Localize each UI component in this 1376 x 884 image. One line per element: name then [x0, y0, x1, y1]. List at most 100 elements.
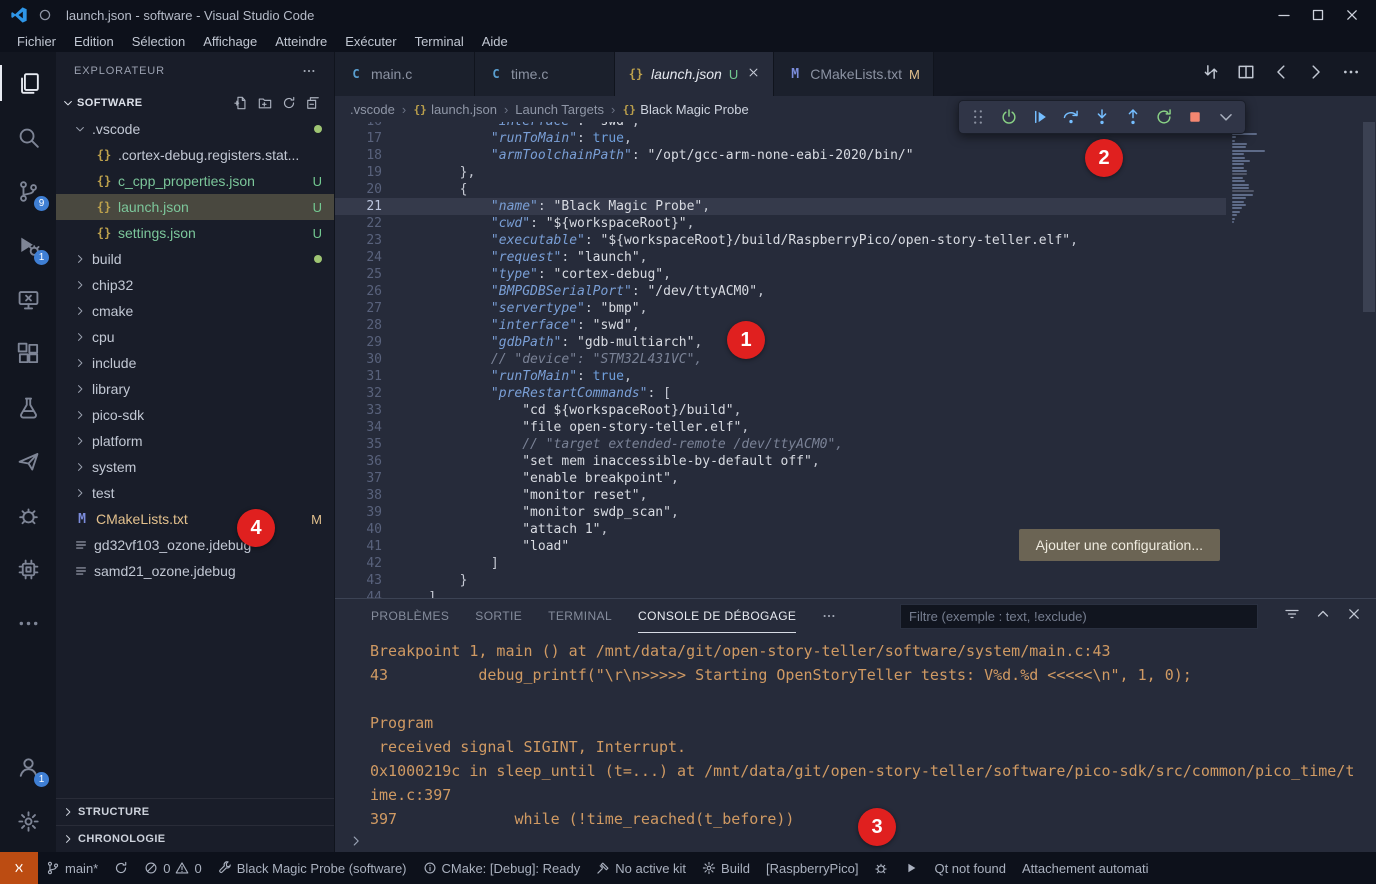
editor-area[interactable]: 16 "interface": "swd",17 "runToMain": tr… [335, 122, 1376, 598]
new-file-icon[interactable] [234, 96, 248, 110]
section-structure[interactable]: STRUCTURE [56, 798, 334, 825]
debug-console-input[interactable] [335, 830, 1376, 852]
panel-tab-terminal[interactable]: TERMINAL [548, 599, 612, 633]
tree-item-test[interactable]: test [56, 480, 334, 506]
tree-item-settings-json[interactable]: {}settings.jsonU [56, 220, 334, 246]
menu-fichier[interactable]: Fichier [8, 33, 65, 50]
editor-scrollbar[interactable] [1362, 122, 1376, 598]
menu-affichage[interactable]: Affichage [194, 33, 266, 50]
status-cmake-target[interactable]: [RaspberryPico] [758, 852, 866, 884]
activity-additional-views[interactable] [0, 596, 56, 650]
tree-item-pico-sdk[interactable]: pico-sdk [56, 402, 334, 428]
tab-close-button[interactable] [747, 66, 760, 82]
minimap[interactable] [1232, 126, 1272, 224]
maximize-button[interactable] [1304, 3, 1332, 27]
tree-item-c-cpp-properties-json[interactable]: {}c_cpp_properties.jsonU [56, 168, 334, 194]
code-editor[interactable]: 16 "interface": "swd",17 "runToMain": tr… [335, 122, 1226, 598]
tree-item-system[interactable]: system [56, 454, 334, 480]
sync-icon[interactable] [282, 96, 296, 110]
tree-item-build[interactable]: build [56, 246, 334, 272]
activity-cortex-debug[interactable] [0, 488, 56, 542]
navigate-forward-button[interactable] [1307, 63, 1325, 86]
tree-item-samd21-ozone-jdebug[interactable]: samd21_ozone.jdebug [56, 558, 334, 584]
menu-executer[interactable]: Exécuter [336, 33, 405, 50]
stop-options-button[interactable] [1214, 105, 1238, 129]
compare-changes-button[interactable] [1202, 63, 1220, 86]
more-actions-button[interactable] [1342, 63, 1360, 86]
activity-accounts[interactable]: 1 [0, 740, 56, 794]
tab-time-c[interactable]: Ctime.c [475, 52, 615, 96]
add-configuration-button[interactable]: Ajouter une configuration... [1019, 529, 1220, 561]
panel-tab-console-de-debogage[interactable]: CONSOLE DE DÉBOGAGE [638, 599, 796, 633]
menu-aide[interactable]: Aide [473, 33, 517, 50]
step-out-button[interactable] [1121, 105, 1145, 129]
tree-item-platform[interactable]: platform [56, 428, 334, 454]
console-filter-input[interactable] [909, 609, 1249, 624]
status-cmake-launch[interactable] [896, 852, 926, 884]
tree-item-launch-json[interactable]: {}launch.jsonU [56, 194, 334, 220]
panel-tab-problemes[interactable]: PROBLÈMES [371, 599, 449, 633]
drag-handle-button[interactable] [966, 105, 990, 129]
activity-memory-view[interactable] [0, 542, 56, 596]
step-into-button[interactable] [1090, 105, 1114, 129]
status-git-branch[interactable]: main* [38, 852, 106, 884]
tab-main-c[interactable]: Cmain.c [335, 52, 475, 96]
tab-launch-json[interactable]: {}launch.jsonU [615, 52, 774, 96]
maximize-panel-button[interactable] [1315, 606, 1331, 627]
tree-item-cmake[interactable]: cmake [56, 298, 334, 324]
status-sync-changes[interactable] [106, 852, 136, 884]
activity-remote-explorer[interactable] [0, 272, 56, 326]
tree-item-cmakelists-txt[interactable]: MCMakeLists.txtM [56, 506, 334, 532]
tree-item-gd32vf103-ozone-jdebug[interactable]: gd32vf103_ozone.jdebug [56, 532, 334, 558]
tree-item-chip32[interactable]: chip32 [56, 272, 334, 298]
collapse-all-icon[interactable] [306, 96, 320, 110]
panel-tab-sortie[interactable]: SORTIE [475, 599, 522, 633]
activity-extensions[interactable] [0, 326, 56, 380]
status-qt-status[interactable]: Qt not found [926, 852, 1014, 884]
status-debug-configuration[interactable]: Black Magic Probe (software) [210, 852, 415, 884]
split-editor-button[interactable] [1237, 63, 1255, 86]
activity-manage[interactable] [0, 794, 56, 848]
pause-button[interactable] [997, 105, 1021, 129]
status-cmake-debug[interactable] [866, 852, 896, 884]
menu-terminal[interactable]: Terminal [406, 33, 473, 50]
status-problems[interactable]: 00 [136, 852, 209, 884]
restart-button[interactable] [1152, 105, 1176, 129]
new-folder-icon[interactable] [258, 96, 272, 110]
breadcrumb-item-black-magic-probe[interactable]: {}Black Magic Probe [622, 102, 748, 117]
tree-item-cpu[interactable]: cpu [56, 324, 334, 350]
status-remote[interactable] [0, 852, 38, 884]
activity-explorer[interactable] [0, 56, 56, 110]
activity-source-control[interactable]: 9 [0, 164, 56, 218]
activity-run-and-debug[interactable]: 1 [0, 218, 56, 272]
debug-console-input-field[interactable] [369, 833, 1362, 849]
step-over-button[interactable] [1059, 105, 1083, 129]
close-button[interactable] [1338, 3, 1366, 27]
breadcrumb-item-vscode[interactable]: .vscode [350, 102, 395, 117]
menu-edition[interactable]: Edition [65, 33, 123, 50]
status-cmake-kit[interactable]: No active kit [588, 852, 694, 884]
activity-search[interactable] [0, 110, 56, 164]
status-auto-attach[interactable]: Attachement automati [1014, 852, 1156, 884]
status-cmake-build[interactable]: Build [694, 852, 758, 884]
continue-button[interactable] [1028, 105, 1052, 129]
menu-atteindre[interactable]: Atteindre [266, 33, 336, 50]
tab-cmakelists-txt[interactable]: MCMakeLists.txtM [774, 52, 934, 96]
activity-live-share[interactable] [0, 434, 56, 488]
breadcrumb-item-launch-json[interactable]: {}launch.json [413, 102, 497, 117]
close-panel-button[interactable] [1346, 606, 1362, 627]
minimize-button[interactable] [1270, 3, 1298, 27]
tree-item-library[interactable]: library [56, 376, 334, 402]
status-cmake-status[interactable]: CMake: [Debug]: Ready [415, 852, 589, 884]
tree-item-cortex-debug-registers-stat[interactable]: {}.cortex-debug.registers.stat... [56, 142, 334, 168]
panel-more-icon[interactable] [822, 609, 836, 623]
tree-item-include[interactable]: include [56, 350, 334, 376]
explorer-more-icon[interactable] [302, 64, 316, 78]
breadcrumb-item-launch-targets[interactable]: Launch Targets [515, 102, 604, 117]
output-options-button[interactable] [1284, 606, 1300, 627]
activity-testing[interactable] [0, 380, 56, 434]
menu-selection[interactable]: Sélection [123, 33, 194, 50]
tree-item-vscode[interactable]: .vscode [56, 116, 334, 142]
section-chronologie[interactable]: CHRONOLOGIE [56, 825, 334, 852]
navigate-back-button[interactable] [1272, 63, 1290, 86]
